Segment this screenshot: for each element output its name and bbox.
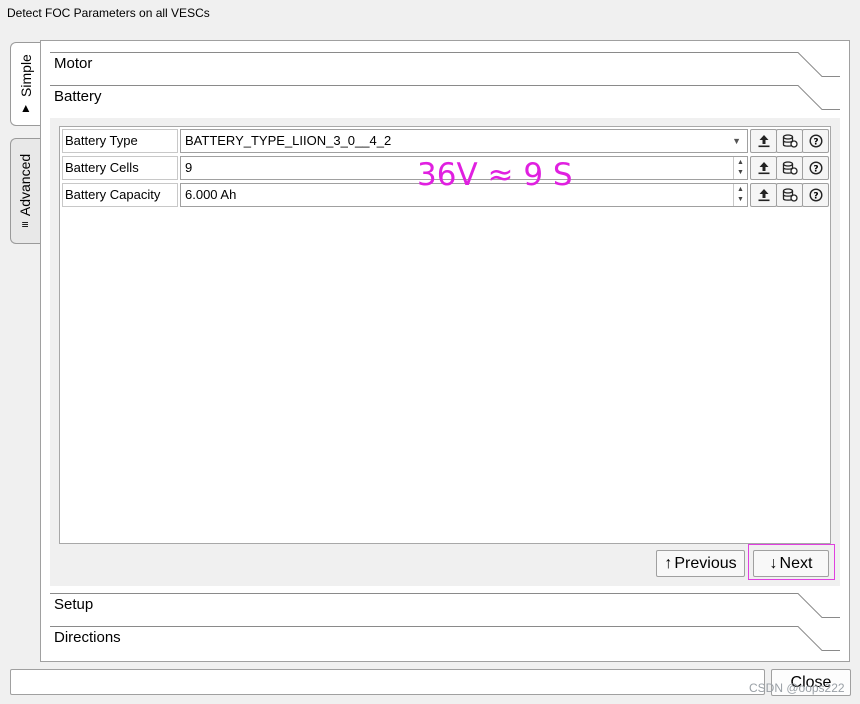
section-setup-label: Setup (54, 596, 94, 613)
help-button[interactable]: ? (802, 156, 829, 180)
svg-text:?: ? (813, 165, 818, 175)
restore-default-button[interactable] (776, 129, 803, 153)
section-battery[interactable]: Battery (50, 85, 840, 118)
help-icon: ? (808, 188, 823, 202)
upload-button[interactable] (750, 156, 777, 180)
section-directions[interactable]: Directions (50, 626, 840, 659)
battery-capacity-value: 6.000 Ah (185, 187, 237, 202)
help-icon: ? (808, 134, 823, 148)
restore-default-button[interactable] (776, 183, 803, 207)
param-label: Battery Capacity (62, 183, 178, 207)
param-label: Battery Cells Series (62, 156, 178, 197)
help-button[interactable]: ? (802, 129, 829, 153)
section-motor[interactable]: Motor (50, 52, 840, 85)
upload-icon (758, 189, 769, 202)
upload-icon (758, 162, 769, 175)
tab-advanced[interactable]: ≡ Advanced (10, 138, 40, 244)
database-restore-icon (782, 134, 798, 148)
window-title: Detect FOC Parameters on all VESCs (7, 6, 210, 20)
svg-text:?: ? (813, 138, 818, 148)
param-row-battery-type: Battery Type BATTERY_TYPE_LIION_3_0__4_2… (62, 129, 830, 153)
spin-arrows[interactable]: ▲ ▼ (733, 157, 747, 179)
tab-simple-label: Simple (17, 54, 34, 97)
section-setup-tab-shape (50, 593, 840, 618)
arrow-up-icon: ↑ (664, 554, 673, 572)
chevron-up-icon: ▲ (737, 159, 744, 166)
previous-button[interactable]: ↑ Previous (656, 550, 745, 577)
annotation-text: 36V ≈ 9 S (417, 157, 573, 193)
person-icon: ▲ (19, 100, 32, 115)
upload-button[interactable] (750, 129, 777, 153)
next-button[interactable]: ↓ Next (753, 550, 829, 577)
section-battery-tab-shape (50, 85, 840, 110)
status-field[interactable] (10, 669, 765, 695)
arrow-down-icon: ↓ (769, 554, 778, 572)
section-directions-tab-shape (50, 626, 840, 651)
vertical-tab-bar: ▲ Simple ≡ Advanced (10, 40, 42, 260)
section-battery-label: Battery (54, 88, 102, 105)
battery-type-dropdown[interactable]: BATTERY_TYPE_LIION_3_0__4_2 ▼ (180, 129, 748, 153)
sliders-icon: ≡ (22, 217, 30, 232)
previous-label: Previous (674, 554, 737, 572)
param-label: Battery Type (62, 129, 178, 153)
help-button[interactable]: ? (802, 183, 829, 207)
tab-simple[interactable]: ▲ Simple (10, 42, 40, 126)
help-icon: ? (808, 161, 823, 175)
chevron-down-icon: ▼ (737, 169, 744, 176)
tab-advanced-label: Advanced (17, 153, 34, 217)
section-motor-label: Motor (54, 55, 93, 72)
database-restore-icon (782, 161, 798, 175)
spin-arrows[interactable]: ▲ ▼ (733, 184, 747, 206)
section-setup[interactable]: Setup (50, 593, 840, 626)
upload-icon (758, 135, 769, 148)
parameter-list: Battery Type BATTERY_TYPE_LIION_3_0__4_2… (59, 126, 831, 544)
database-restore-icon (782, 188, 798, 202)
upload-button[interactable] (750, 183, 777, 207)
section-directions-label: Directions (54, 629, 121, 646)
battery-type-value: BATTERY_TYPE_LIION_3_0__4_2 (185, 133, 392, 148)
watermark: CSDN @oops222 (749, 681, 845, 695)
svg-text:?: ? (813, 192, 818, 202)
chevron-down-icon: ▼ (737, 196, 744, 203)
chevron-up-icon: ▲ (737, 186, 744, 193)
battery-cells-series-value: 9 (185, 160, 193, 175)
restore-default-button[interactable] (776, 156, 803, 180)
battery-page: Battery Type BATTERY_TYPE_LIION_3_0__4_2… (50, 118, 840, 586)
chevron-down-icon: ▼ (732, 136, 741, 146)
next-label: Next (779, 554, 813, 572)
section-motor-tab-shape (50, 52, 840, 77)
